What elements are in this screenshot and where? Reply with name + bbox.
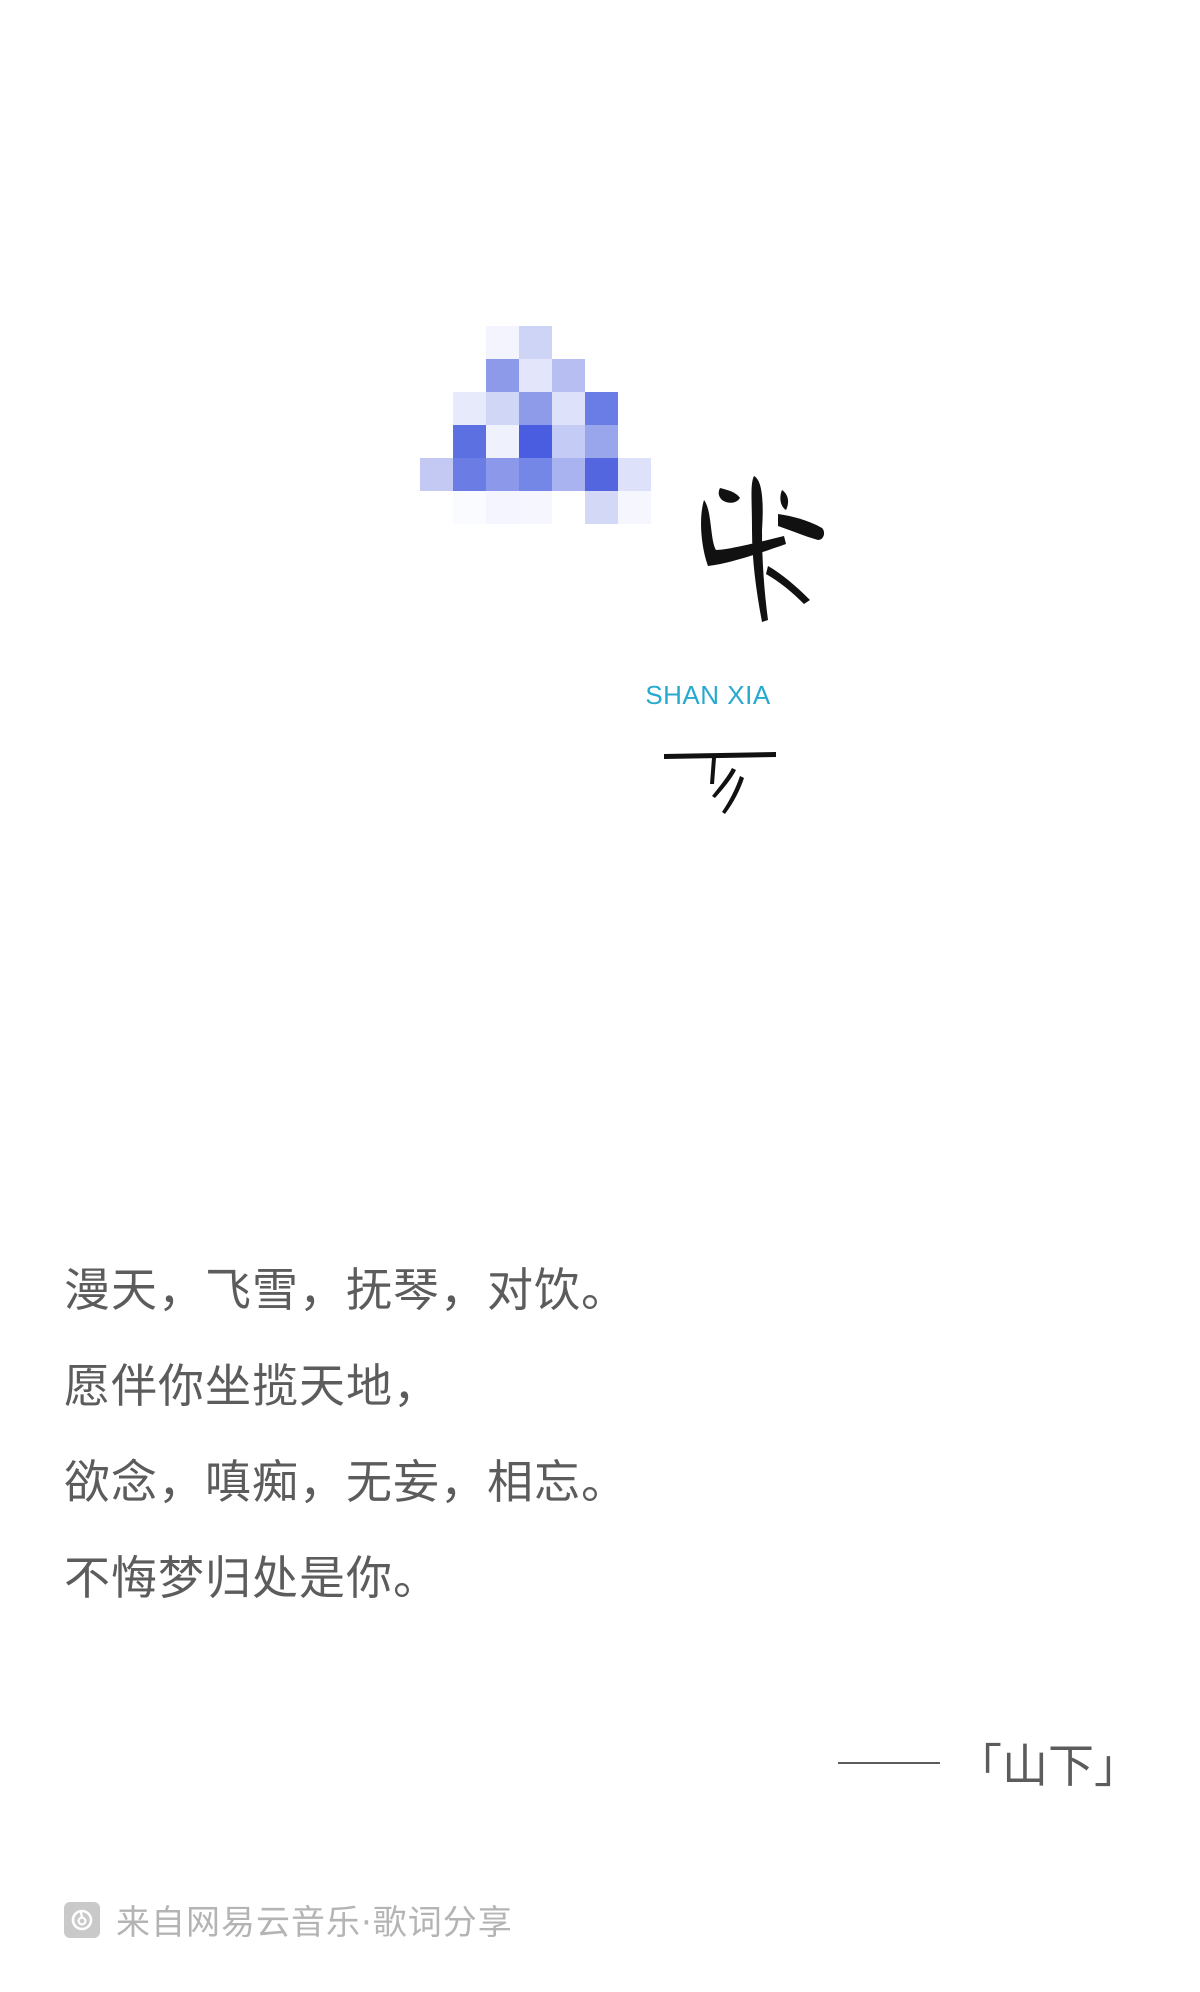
lyric-line: 漫天，飞雪，抚琴，对饮。 [64,1263,628,1317]
lyric-line: 不悔梦归处是你。 [64,1551,440,1605]
pixelated-artwork [420,326,680,536]
brush-calligraphy-xia-glyph [664,752,776,814]
pinyin-label: SHAN XIA [645,680,771,710]
brush-calligraphy-shan-glyph [701,476,825,622]
lyrics-block: 漫天，飞雪，抚琴，对饮。 愿伴你坐揽天地， 欲念，嗔痴，无妄，相忘。 不悔梦归处… [64,1242,1064,1626]
lyric-line: 欲念，嗔痴，无妄，相忘。 [64,1455,628,1509]
footer-source-text: 来自网易云音乐·歌词分享 [116,1903,513,1943]
song-title: 「山下」 [956,1739,1140,1793]
share-footer: 来自网易云音乐·歌词分享 [64,1895,513,1944]
pixel-mosaic [420,326,651,524]
lyric-line: 愿伴你坐揽天地， [64,1359,440,1413]
cover-art: SHAN XIA [400,320,860,840]
song-attribution: 「山下」 [838,1730,1140,1796]
attribution-dash [838,1762,940,1764]
netease-music-logo-icon [64,1901,100,1938]
